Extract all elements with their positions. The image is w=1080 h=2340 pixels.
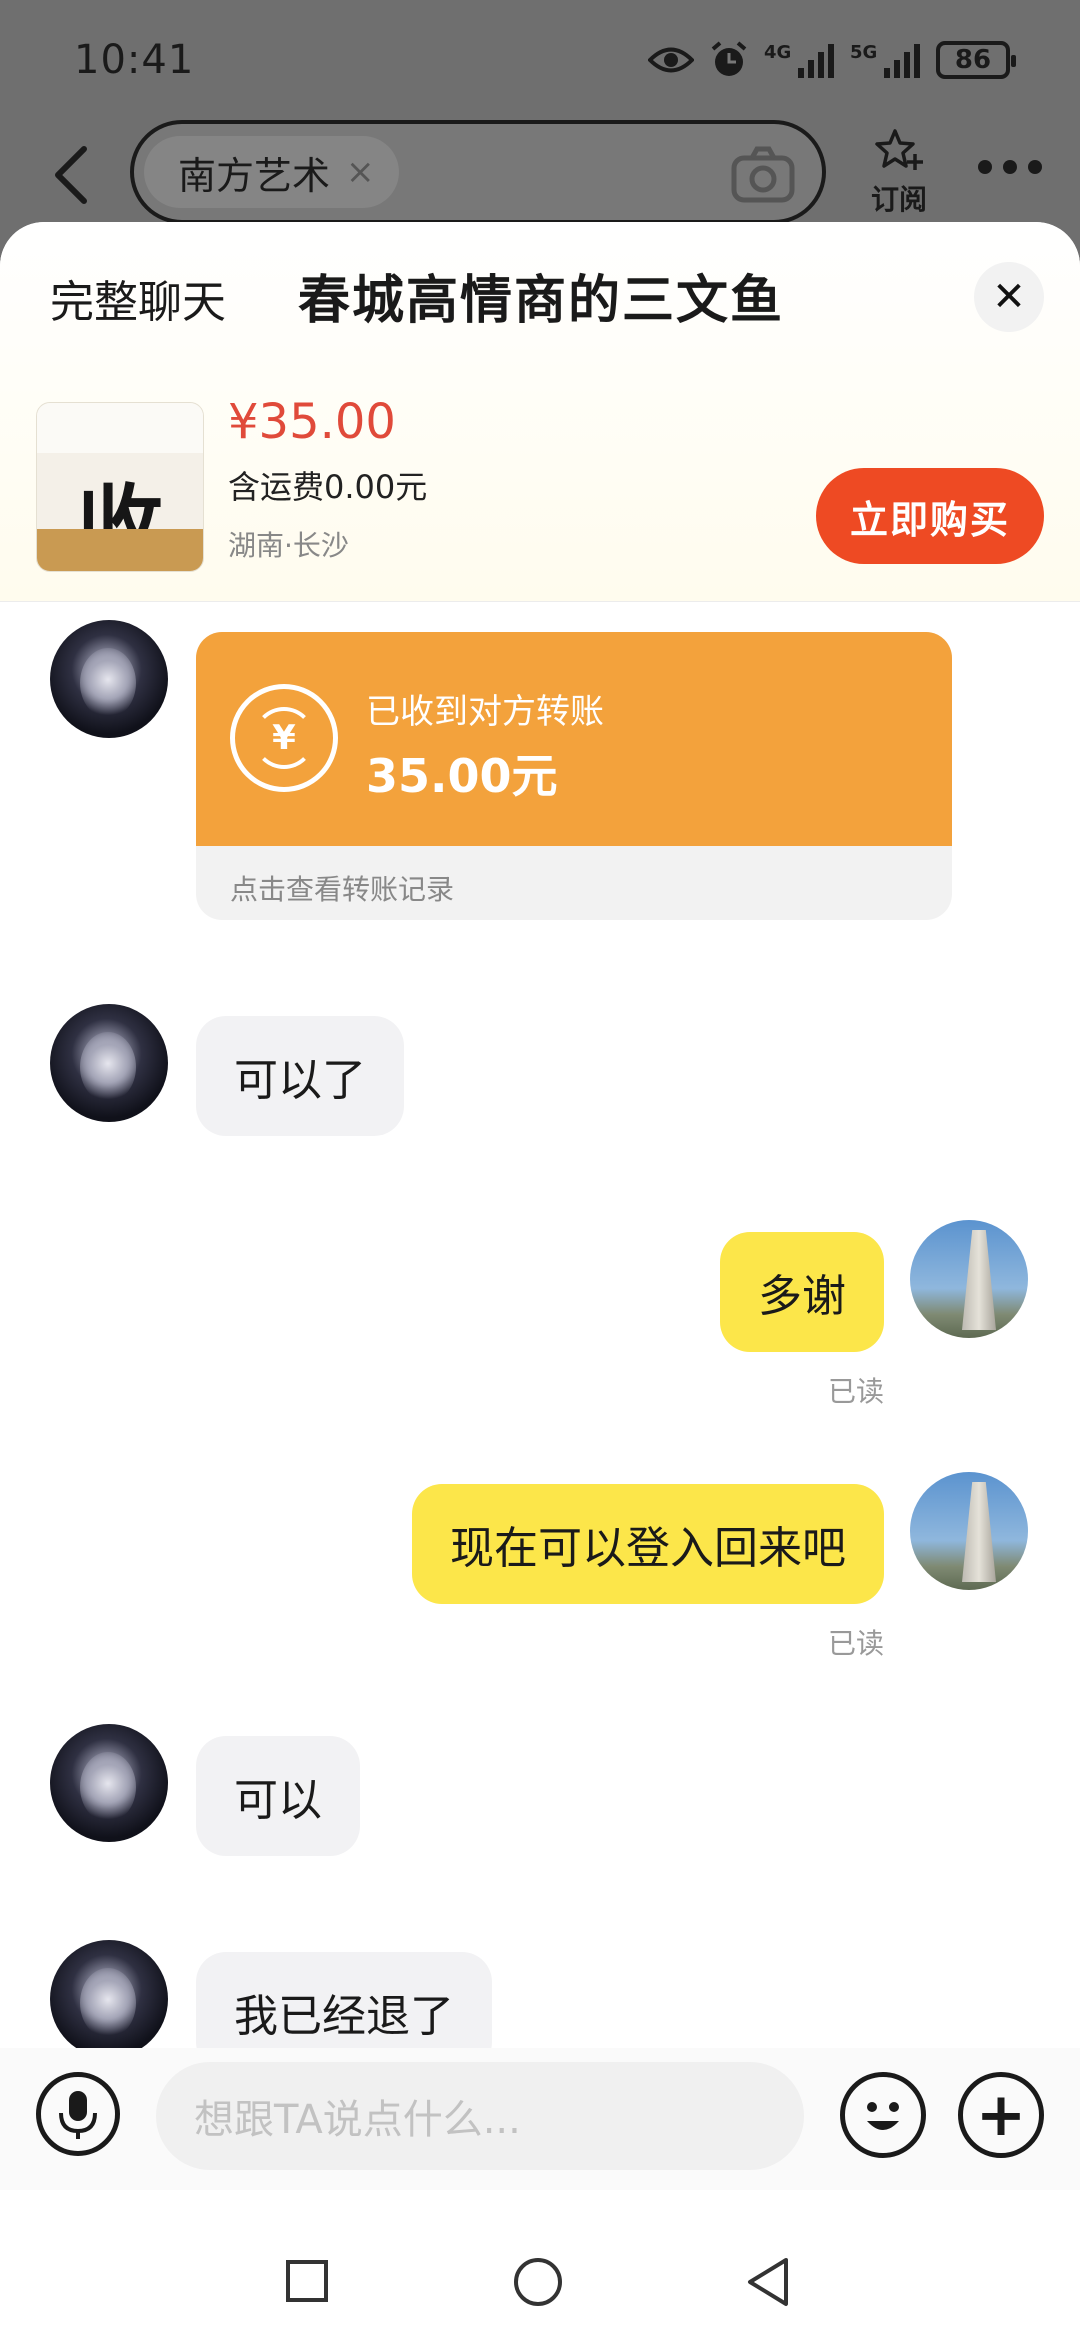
transfer-label: 已收到对方转账 bbox=[366, 692, 604, 732]
status-icons: 4G 5G 86 bbox=[648, 41, 1016, 79]
subscribe-star-icon bbox=[875, 129, 923, 170]
eye-icon bbox=[648, 47, 694, 73]
chat-sheet: 完整聊天 春城高情商的三文鱼 ✕ 收 ¥35.00 含运费0.00元 湖南·长沙… bbox=[0, 222, 1080, 2340]
product-thumbnail-banner bbox=[37, 529, 203, 571]
subscribe-button[interactable]: 订阅 bbox=[866, 128, 932, 218]
message-input[interactable]: 想跟TA说点什么... bbox=[156, 2062, 804, 2170]
search-keyword: 南方艺术 bbox=[178, 153, 331, 198]
nav-home-icon[interactable] bbox=[514, 2258, 562, 2306]
avatar[interactable] bbox=[910, 1220, 1028, 1338]
message-composer: 想跟TA说点什么... + bbox=[0, 2048, 1080, 2190]
microphone-icon[interactable] bbox=[36, 2072, 120, 2156]
transfer-amount: 35.00元 bbox=[366, 749, 558, 803]
nav-back-icon[interactable] bbox=[744, 2256, 792, 2308]
transfer-card[interactable]: ¥ 已收到对方转账 35.00元 点击查看转账记录 bbox=[196, 632, 952, 920]
chat-header: 完整聊天 春城高情商的三文鱼 ✕ 收 ¥35.00 含运费0.00元 湖南·长沙… bbox=[0, 222, 1080, 602]
back-icon[interactable] bbox=[48, 145, 98, 205]
product-price: ¥35.00 bbox=[228, 394, 396, 450]
microphone-glyph bbox=[59, 2091, 97, 2139]
search-input[interactable]: 南方艺术 × bbox=[130, 120, 826, 224]
product-thumbnail-top bbox=[37, 403, 203, 453]
read-receipt: 已读 bbox=[827, 1375, 884, 1408]
signal-4g-icon: 4G bbox=[764, 42, 834, 78]
transfer-card-top: ¥ 已收到对方转账 35.00元 bbox=[196, 632, 952, 846]
avatar[interactable] bbox=[50, 1004, 168, 1122]
message-bubble[interactable]: 可以 bbox=[196, 1736, 360, 1856]
alarm-icon bbox=[711, 41, 747, 76]
avatar[interactable] bbox=[910, 1472, 1028, 1590]
camera-icon[interactable] bbox=[730, 144, 796, 204]
message-bubble[interactable]: 现在可以登入回来吧 bbox=[412, 1484, 884, 1604]
avatar[interactable] bbox=[50, 1724, 168, 1842]
signal-5g-icon: 5G bbox=[850, 42, 920, 78]
yen-transfer-icon: ¥ bbox=[230, 684, 338, 792]
status-bar: 10:41 4G 5G 86 bbox=[0, 0, 1080, 120]
more-icon[interactable] bbox=[978, 160, 1042, 174]
close-icon[interactable]: ✕ bbox=[974, 262, 1044, 332]
full-chat-link[interactable]: 完整聊天 bbox=[50, 266, 226, 330]
read-receipt: 已读 bbox=[827, 1627, 884, 1660]
message-bubble[interactable]: 多谢 bbox=[720, 1232, 884, 1352]
plus-icon[interactable]: + bbox=[958, 2072, 1044, 2158]
transfer-record-link[interactable]: 点击查看转账记录 bbox=[230, 868, 454, 908]
battery-icon: 86 bbox=[936, 41, 1016, 79]
search-keyword-chip[interactable]: 南方艺术 × bbox=[144, 136, 399, 208]
product-thumbnail[interactable]: 收 bbox=[36, 402, 204, 572]
avatar[interactable] bbox=[50, 1940, 168, 2058]
system-nav-bar bbox=[0, 2218, 1080, 2340]
emoji-glyph bbox=[867, 2102, 899, 2130]
buy-now-button[interactable]: 立即购买 bbox=[816, 468, 1044, 564]
nav-recent-icon[interactable] bbox=[286, 2260, 328, 2302]
avatar[interactable] bbox=[50, 620, 168, 738]
clear-keyword-icon[interactable]: × bbox=[346, 152, 375, 192]
product-shipping: 含运费0.00元 bbox=[228, 468, 428, 506]
status-time: 10:41 bbox=[74, 37, 195, 83]
search-row: 南方艺术 × 订阅 bbox=[0, 120, 1080, 230]
chat-title: 春城高情商的三文鱼 bbox=[298, 271, 785, 331]
emoji-icon[interactable] bbox=[840, 2072, 926, 2158]
product-location: 湖南·长沙 bbox=[228, 529, 349, 562]
subscribe-label: 订阅 bbox=[870, 183, 927, 216]
message-bubble[interactable]: 可以了 bbox=[196, 1016, 404, 1136]
